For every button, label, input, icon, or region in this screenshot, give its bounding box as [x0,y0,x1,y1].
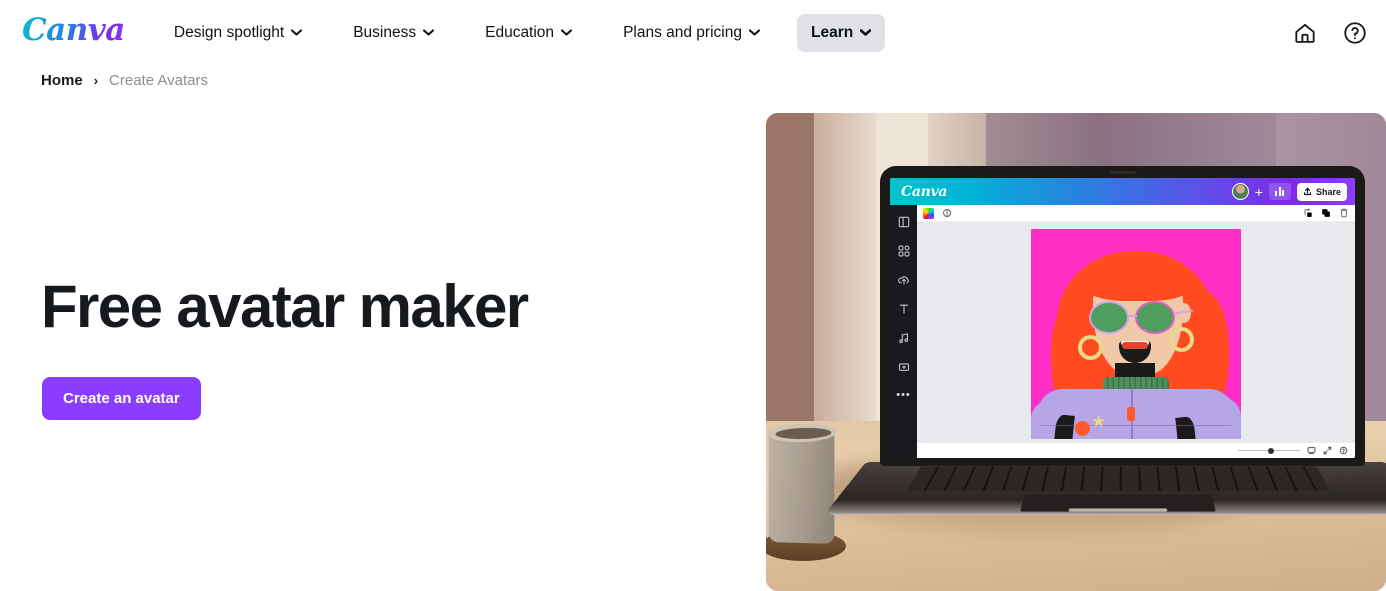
nav-menu: Design spotlight Business Education Plan… [160,13,886,52]
create-an-avatar-button[interactable]: Create an avatar [42,377,201,420]
laptop-keyboard [906,466,1331,491]
audio-note-icon[interactable] [898,332,910,344]
laptop-base [824,462,1386,515]
editor-toolbar [917,205,1355,222]
avatar-lens-left [1089,300,1129,334]
home-icon[interactable] [1292,20,1318,46]
text-icon[interactable] [898,303,910,315]
nav-label: Education [485,23,555,41]
design-panel-icon[interactable] [898,216,910,228]
fullscreen-expand-icon[interactable] [1323,446,1332,455]
breadcrumb-separator-icon: › [93,73,99,88]
plant-pot [766,422,837,544]
help-circle-icon[interactable] [1342,20,1368,46]
top-navigation-bar: Canva Design spotlight Business Educatio… [0,0,1386,65]
canva-logo[interactable]: Canva [16,15,131,50]
breadcrumb-home-link[interactable]: Home [41,72,83,89]
upload-share-icon [1303,187,1312,196]
avatar-earring-left [1078,334,1103,360]
editor-main-pane: ★ [917,205,1355,458]
chevron-down-icon [561,29,573,36]
nav-item-education[interactable]: Education [471,14,586,52]
present-screen-icon[interactable] [1307,446,1316,455]
page-title: Free avatar maker [41,273,529,340]
nav-item-plans-and-pricing[interactable]: Plans and pricing [609,14,774,52]
avatar-lip [1122,341,1148,349]
nav-label: Learn [810,23,854,41]
avatar-dot-badge [1075,420,1090,436]
trash-icon[interactable] [1339,208,1349,218]
editor-canva-logo: Canva [901,183,948,200]
avatar-earring-right [1169,326,1194,352]
nav-label: Design spotlight [173,23,285,41]
laptop-lid: Canva + Share ••• ★ [880,166,1365,466]
hero-image-laptop-scene: Canva + Share ••• ★ [766,113,1386,591]
editor-canvas-area: ★ [917,222,1355,443]
backdrop-band [766,113,814,443]
video-box-icon[interactable] [898,361,910,373]
nav-item-design-spotlight[interactable]: Design spotlight [160,14,316,52]
backdrop-band [814,113,876,443]
avatar-jacket-seam [1041,424,1231,427]
chevron-down-icon [291,29,303,36]
transparency-icon[interactable] [942,208,952,218]
bar-chart-icon[interactable] [1268,183,1291,200]
avatar-design-canvas[interactable]: ★ [1031,228,1241,439]
upload-cloud-icon[interactable] [897,274,910,286]
avatar-star-badge: ★ [1091,411,1107,431]
chevron-down-icon [860,29,872,36]
avatar-glasses-bridge [1128,314,1137,318]
zoom-slider-handle[interactable] [1268,447,1274,454]
position-icon[interactable] [1303,208,1313,218]
laptop-screen: Canva + Share ••• ★ [890,178,1355,458]
nav-item-learn[interactable]: Learn [796,13,886,52]
more-dots-icon[interactable]: ••• [896,390,911,401]
editor-sidebar: ••• [890,205,917,458]
laptop-front-notch [1068,508,1168,512]
breadcrumb-current-page: Create Avatars [109,72,208,89]
avatar-lens-right [1135,300,1175,334]
editor-toolbar-right [1303,208,1349,218]
help-circle-icon[interactable] [1339,446,1348,455]
chevron-down-icon [748,29,760,36]
nav-label: Business [353,23,417,41]
user-avatar[interactable] [1231,183,1249,200]
share-label: Share [1315,186,1341,197]
duplicate-icon[interactable] [1321,208,1331,218]
breadcrumb: Home › Create Avatars [41,72,208,89]
nav-item-business[interactable]: Business [339,14,448,52]
editor-top-bar-actions: + Share [1231,182,1347,201]
editor-top-bar: Canva + Share [890,178,1355,205]
zoom-slider[interactable] [1238,447,1300,454]
add-member-plus-icon[interactable]: + [1255,185,1263,199]
chevron-down-icon [423,29,435,36]
share-button[interactable]: Share [1296,182,1347,201]
editor-body: ••• ★ [890,205,1355,458]
laptop: Canva + Share ••• ★ [824,166,1386,576]
nav-label: Plans and pricing [623,23,742,41]
nav-right-actions [1292,0,1368,65]
avatar-jacket-zip-tab [1127,406,1135,421]
canva-learn-avatar-page: Canva Design spotlight Business Educatio… [0,0,1386,591]
laptop-camera [1109,171,1136,174]
elements-grid-icon[interactable] [898,245,910,257]
color-swatch-icon[interactable] [923,207,934,219]
avatar-glasses-temple [1174,309,1194,315]
editor-bottom-bar [917,443,1355,458]
